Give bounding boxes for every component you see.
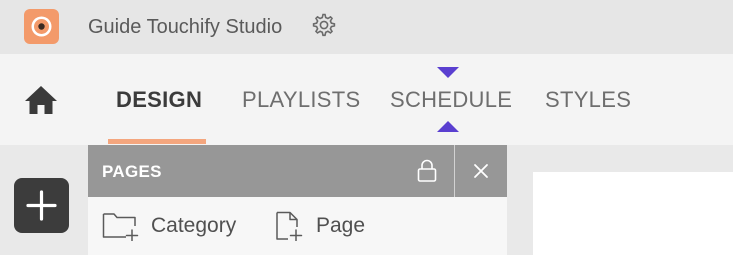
active-tab-indicator <box>108 139 206 144</box>
caret-up-marker-icon <box>437 121 459 132</box>
main-nav: DESIGN PLAYLISTS SCHEDULE STYLES <box>0 54 733 145</box>
app-title: Guide Touchify Studio <box>88 16 283 38</box>
title-bar: Guide Touchify Studio <box>0 0 733 54</box>
tab-playlists[interactable]: PLAYLISTS <box>242 87 360 113</box>
tab-schedule[interactable]: SCHEDULE <box>390 87 512 113</box>
add-button[interactable] <box>14 178 69 233</box>
caret-down-marker-icon <box>437 67 459 78</box>
home-icon[interactable] <box>24 83 58 117</box>
header-divider <box>454 145 455 197</box>
pages-panel-header: PAGES <box>88 145 507 197</box>
design-canvas[interactable] <box>533 172 733 255</box>
touchify-logo-icon <box>24 9 59 44</box>
folder-plus-icon <box>102 213 139 241</box>
file-plus-icon <box>276 211 303 241</box>
gear-icon[interactable] <box>311 12 337 38</box>
plus-icon <box>26 190 57 221</box>
pages-panel-title: PAGES <box>102 162 162 181</box>
add-category-label: Category <box>151 214 237 237</box>
close-icon[interactable] <box>471 161 491 181</box>
add-page-label: Page <box>316 214 366 237</box>
pages-panel: PAGES Category Page <box>88 145 507 255</box>
lock-icon[interactable] <box>416 159 438 183</box>
tab-styles[interactable]: STYLES <box>545 87 631 113</box>
tab-design[interactable]: DESIGN <box>116 87 202 113</box>
